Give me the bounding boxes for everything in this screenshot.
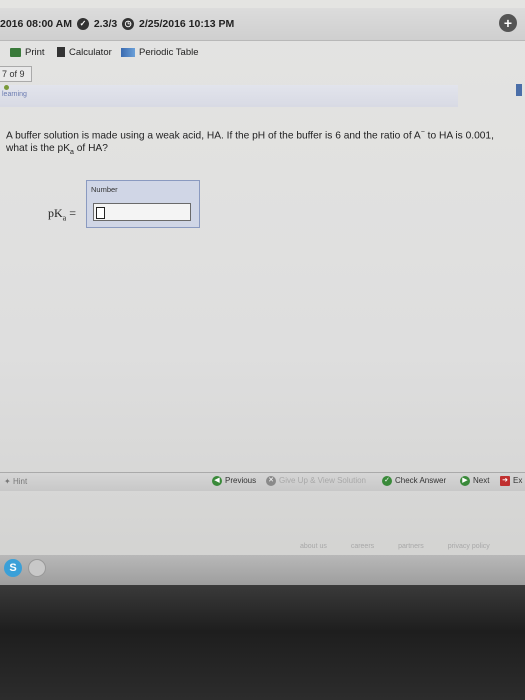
navigation-bar: ✦ Hint ◀ Previous ✕ Give Up & View Solutio… bbox=[0, 472, 525, 491]
give-up-icon: ✕ bbox=[266, 476, 276, 486]
lightbulb-icon: ✦ bbox=[4, 477, 13, 486]
check-answer-label: Check Answer bbox=[395, 476, 447, 486]
periodic-table-button[interactable]: Periodic Table bbox=[121, 47, 199, 58]
question-tabstrip: 7 of 9 bbox=[0, 66, 525, 82]
next-label: Next bbox=[473, 476, 490, 486]
footer-about[interactable]: about us bbox=[300, 543, 327, 550]
periodic-table-icon bbox=[121, 47, 135, 57]
start-time: 2016 08:00 AM bbox=[0, 18, 72, 31]
assignment-info: 2016 08:00 AM ✓ 2.3/3 ◷ 2/25/2016 10:13 … bbox=[0, 18, 235, 31]
previous-icon: ◀ bbox=[212, 476, 222, 486]
skype-icon[interactable]: S bbox=[4, 559, 22, 577]
footer-links: about us careers partners privacy policy bbox=[300, 543, 512, 550]
give-up-label: Give Up & View Solution bbox=[279, 476, 367, 486]
assignment-header: 2016 08:00 AM ✓ 2.3/3 ◷ 2/25/2016 10:13 … bbox=[0, 8, 525, 41]
periodic-table-label: Periodic Table bbox=[139, 47, 199, 58]
footer-partners[interactable]: partners bbox=[398, 543, 424, 550]
score: 2.3/3 bbox=[93, 18, 118, 31]
monitor-bezel bbox=[0, 585, 525, 700]
text-cursor bbox=[96, 207, 105, 219]
publisher-banner: learning bbox=[0, 85, 458, 107]
exit-label: Ex bbox=[513, 476, 523, 486]
score-icon: ✓ bbox=[76, 18, 89, 31]
give-up-button[interactable]: ✕ Give Up & View Solution bbox=[266, 476, 366, 486]
pk-text: pK bbox=[48, 206, 63, 220]
check-icon: ✓ bbox=[382, 476, 392, 486]
expand-button[interactable]: + bbox=[499, 14, 517, 32]
footer-careers[interactable]: careers bbox=[351, 543, 374, 550]
question-counter: 7 of 9 bbox=[0, 66, 32, 82]
taskbar: S bbox=[0, 555, 525, 585]
due-time: 2/25/2016 10:13 PM bbox=[139, 18, 235, 31]
calculator-label: Calculator bbox=[69, 47, 112, 58]
clock-icon: ◷ bbox=[122, 18, 135, 31]
pka-label: pKa = bbox=[48, 206, 76, 222]
exit-icon: ➜ bbox=[500, 476, 510, 486]
next-icon: ▶ bbox=[460, 476, 470, 486]
publisher-logo: learning bbox=[2, 85, 27, 98]
toolbar: Print Calculator Periodic Table bbox=[0, 42, 525, 64]
print-button[interactable]: Print bbox=[10, 47, 45, 58]
pka-input[interactable] bbox=[93, 203, 191, 221]
side-tab[interactable] bbox=[516, 84, 522, 96]
footer-privacy[interactable]: privacy policy bbox=[448, 543, 490, 550]
browser-icon[interactable] bbox=[28, 559, 46, 577]
equals-sign: = bbox=[66, 206, 77, 220]
number-answer-box: Number bbox=[86, 180, 200, 228]
next-button[interactable]: ▶ Next bbox=[460, 476, 489, 486]
check-answer-button[interactable]: ✓ Check Answer bbox=[382, 476, 446, 486]
hint-label: Hint bbox=[12, 477, 28, 486]
calculator-icon bbox=[57, 47, 65, 58]
screen: 2016 08:00 AM ✓ 2.3/3 ◷ 2/25/2016 10:13 … bbox=[0, 0, 525, 585]
calculator-button[interactable]: Calculator bbox=[57, 47, 112, 58]
number-label: Number bbox=[91, 185, 118, 194]
exit-button[interactable]: ➜ Ex bbox=[500, 476, 522, 486]
question-part3: of HA? bbox=[73, 143, 108, 155]
previous-label: Previous bbox=[225, 476, 257, 486]
question-part1: A buffer solution is made using a weak a… bbox=[6, 130, 421, 142]
print-label: Print bbox=[25, 47, 45, 58]
previous-button[interactable]: ◀ Previous bbox=[212, 476, 256, 486]
question-text: A buffer solution is made using a weak a… bbox=[6, 126, 516, 159]
printer-icon bbox=[10, 47, 21, 57]
hint-button[interactable]: ✦ Hint bbox=[4, 477, 27, 486]
